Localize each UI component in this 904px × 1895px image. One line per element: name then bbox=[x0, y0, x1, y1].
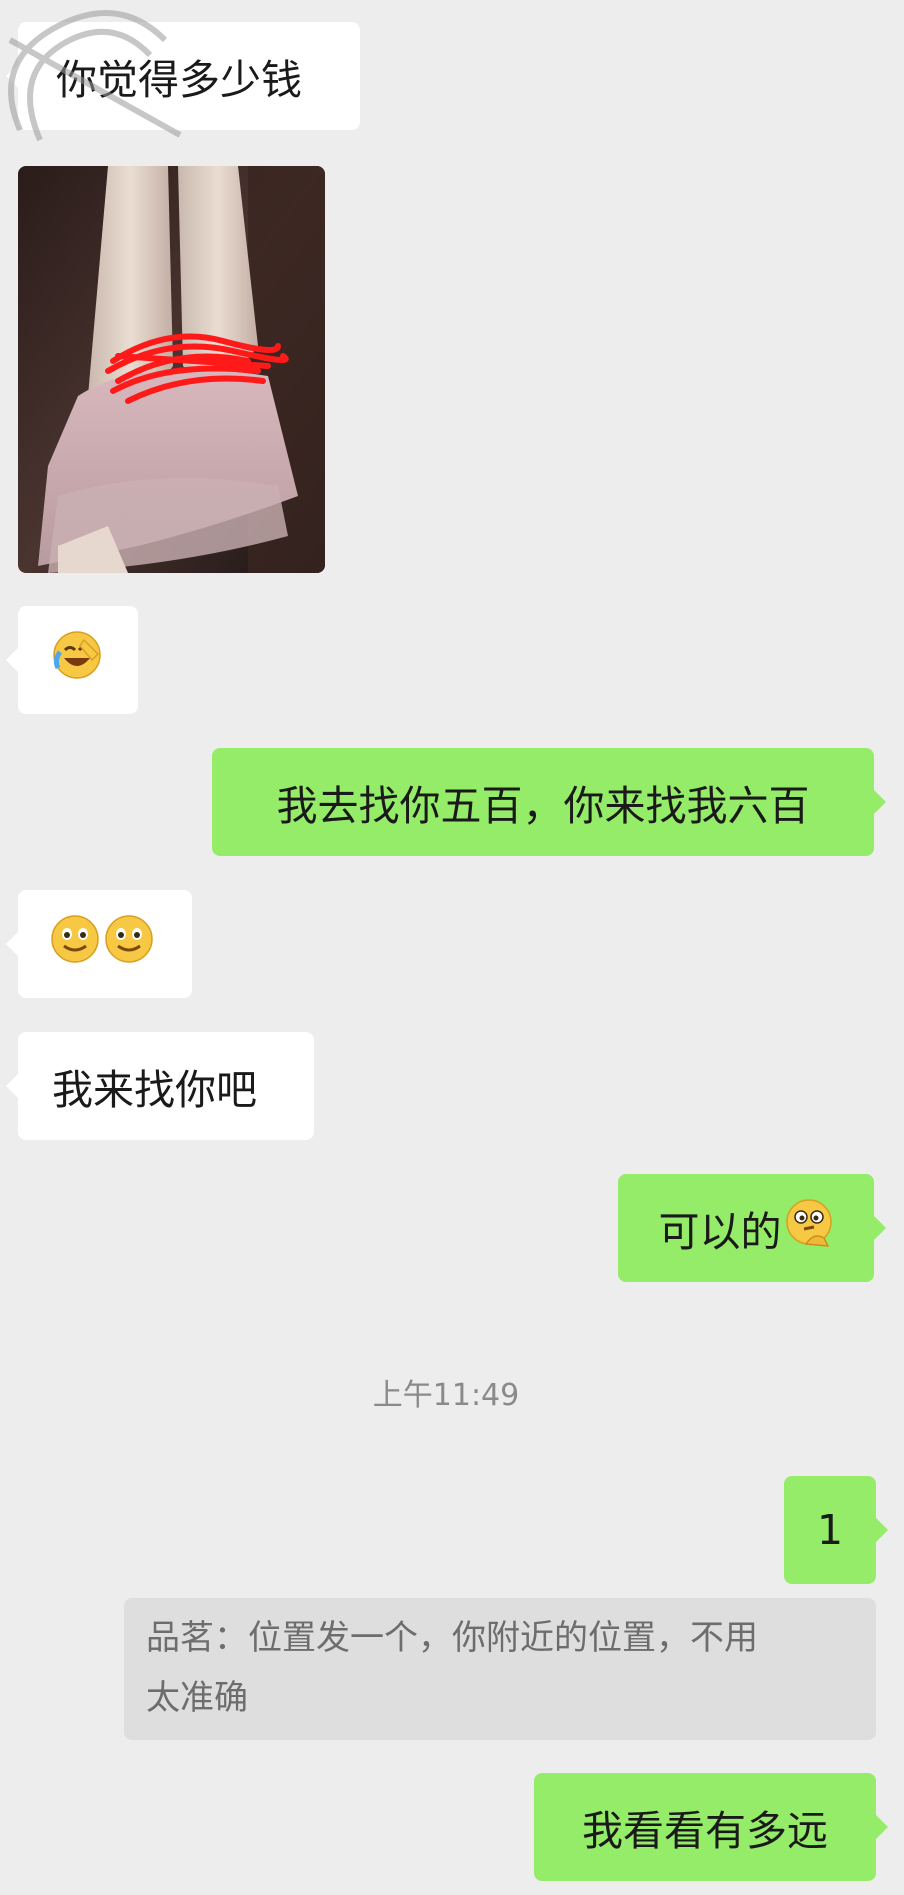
outgoing-message-bubble[interactable]: 可以的 bbox=[618, 1174, 886, 1282]
incoming-message-bubble[interactable]: 我来找你吧 bbox=[6, 1032, 314, 1140]
incoming-message-bubble[interactable] bbox=[6, 890, 192, 998]
crying-laughing-emoji-icon bbox=[52, 630, 102, 690]
chat-view: 你觉得多少钱 我去找你五百，你来找我六百 我来找你吧 可以的 上午11:49 1… bbox=[0, 0, 904, 1895]
smile-emoji-icon bbox=[50, 914, 100, 974]
incoming-message-bubble[interactable]: 你觉得多少钱 bbox=[6, 22, 360, 130]
message-timestamp: 上午11:49 bbox=[372, 1378, 520, 1413]
message-text: 你觉得多少钱 bbox=[56, 56, 302, 104]
incoming-message-bubble[interactable] bbox=[6, 606, 138, 714]
smile-emoji-icon bbox=[104, 914, 154, 974]
quote-line-1: 品茗：位置发一个，你附近的位置，不用 bbox=[146, 1618, 758, 1658]
thinking-emoji-icon bbox=[784, 1198, 834, 1258]
message-text: 我看看有多远 bbox=[582, 1807, 828, 1855]
quote-line-2: 太准确 bbox=[146, 1678, 248, 1718]
outgoing-message-bubble[interactable]: 1 bbox=[784, 1476, 888, 1584]
message-text: 可以的 bbox=[658, 1208, 782, 1256]
message-text: 我来找你吧 bbox=[52, 1066, 257, 1114]
photo-image bbox=[18, 166, 325, 573]
quoted-message[interactable]: 品茗：位置发一个，你附近的位置，不用 太准确 bbox=[124, 1598, 876, 1740]
incoming-photo-message[interactable] bbox=[18, 166, 325, 573]
outgoing-message-bubble[interactable]: 我看看有多远 bbox=[534, 1773, 888, 1881]
outgoing-message-bubble[interactable]: 我去找你五百，你来找我六百 bbox=[212, 748, 886, 856]
message-text: 1 bbox=[816, 1506, 844, 1554]
message-text: 我去找你五百，你来找我六百 bbox=[276, 782, 810, 830]
